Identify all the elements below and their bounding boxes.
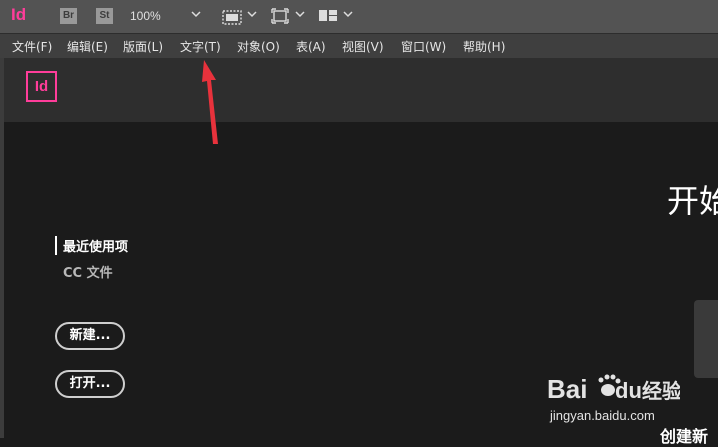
menu-file[interactable]: 文件(F): [12, 38, 52, 55]
view-options-icon[interactable]: [271, 8, 289, 24]
menu-window[interactable]: 窗口(W): [401, 38, 446, 55]
stock-button[interactable]: St: [96, 8, 113, 24]
menu-object[interactable]: 对象(O): [237, 38, 280, 55]
menu-type[interactable]: 文字(T): [180, 38, 221, 55]
menu-layout[interactable]: 版面(L): [123, 38, 163, 55]
menu-help[interactable]: 帮助(H): [463, 38, 505, 55]
new-button[interactable]: 新建...: [55, 322, 125, 350]
watermark-service: 经验: [642, 379, 680, 403]
watermark-brand-suffix: du: [615, 378, 642, 403]
menu-view[interactable]: 视图(V): [342, 38, 384, 55]
nav-recent[interactable]: 最近使用项: [55, 236, 128, 255]
watermark-url: jingyan.baidu.com: [549, 408, 655, 423]
app-logo: Id: [11, 5, 27, 24]
menu-bar: 文件(F) 编辑(E) 版面(L) 文字(T) 对象(O) 表(A) 视图(V)…: [0, 33, 718, 58]
menu-edit[interactable]: 编辑(E): [67, 38, 108, 55]
preset-card[interactable]: [694, 300, 718, 378]
page-title: 开始: [667, 182, 718, 220]
zoom-level[interactable]: 100%: [130, 9, 161, 23]
zoom-chevron-down-icon[interactable]: [191, 9, 201, 19]
bridge-button[interactable]: Br: [60, 8, 77, 24]
arrange-documents-chevron-down-icon[interactable]: [343, 9, 353, 19]
screen-mode-chevron-down-icon[interactable]: [247, 9, 257, 19]
open-button[interactable]: 打开...: [55, 370, 125, 398]
app-bar: Id Br St 100%: [0, 0, 718, 33]
view-options-chevron-down-icon[interactable]: [295, 9, 305, 19]
menu-table[interactable]: 表(A): [296, 38, 326, 55]
baidu-watermark: Bai du 经验 jingyan.baidu.com: [547, 374, 680, 423]
arrange-documents-icon[interactable]: [318, 8, 338, 23]
nav-cc-files[interactable]: CC 文件: [63, 262, 113, 281]
red-arrow-annotation: [202, 60, 218, 144]
watermark-brand: Bai: [547, 374, 587, 404]
home-logo: Id: [26, 71, 57, 102]
home-header: Id: [4, 58, 718, 122]
screen-mode-icon[interactable]: [222, 8, 242, 25]
